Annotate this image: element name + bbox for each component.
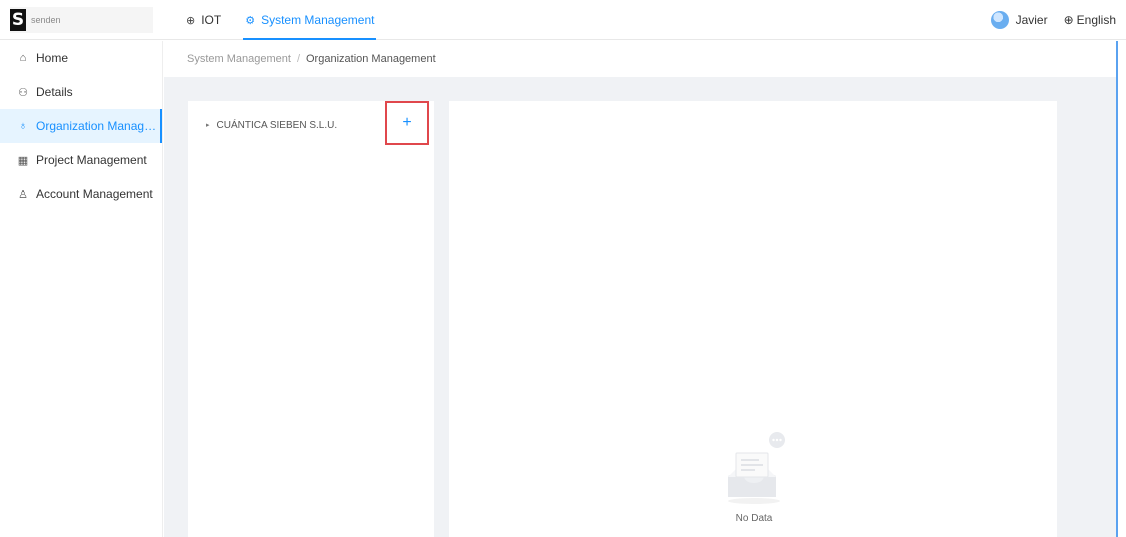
empty-state-text: No Data — [735, 513, 773, 524]
sidebar-item-label: Details — [36, 85, 73, 99]
organization-detail-panel: No Data — [449, 101, 1057, 537]
details-icon: ⚇ — [18, 86, 28, 99]
empty-inbox-icon — [728, 432, 785, 504]
grid-icon: ▦ — [17, 154, 29, 167]
logo-mark: S — [10, 9, 26, 31]
user-area: Javier ⊕ English — [990, 0, 1116, 40]
sidebar-item-project-management[interactable]: ▦ Project Management — [0, 143, 162, 177]
app-logo[interactable]: S senden — [10, 7, 153, 33]
organization-tree-panel: ▸ CUÁNTICA SIEBEN S.L.U. + — [188, 101, 434, 537]
topnav-iot[interactable]: ⊕ IOT — [186, 0, 221, 40]
sidebar-item-label: Home — [36, 51, 69, 65]
language-globe-icon[interactable]: ⊕ — [1064, 13, 1074, 27]
avatar[interactable] — [990, 11, 1009, 29]
sidebar: ⌂ Home ⚇ Details ♁ Organization Manageme… — [0, 41, 163, 537]
plus-icon: + — [402, 114, 412, 131]
language-selector[interactable]: English — [1077, 13, 1116, 27]
breadcrumb-current: Organization Management — [306, 53, 436, 65]
sidebar-item-label: Account Management — [36, 187, 153, 201]
sidebar-item-account-management[interactable]: ♙ Account Management — [0, 177, 162, 211]
home-icon: ⌂ — [19, 52, 27, 64]
top-nav: ⊕ IOT ⚙ System Management — [186, 0, 398, 40]
user-icon: ♙ — [18, 188, 28, 201]
user-name[interactable]: Javier — [1016, 13, 1048, 27]
empty-state: No Data — [704, 431, 804, 524]
tree-node-label[interactable]: CUÁNTICA SIEBEN S.L.U. — [217, 120, 338, 131]
sidebar-item-organization-management[interactable]: ♁ Organization Management — [0, 109, 162, 143]
breadcrumb-parent[interactable]: System Management — [187, 53, 291, 65]
add-organization-button[interactable]: + — [385, 101, 429, 145]
sidebar-item-label: Project Management — [36, 153, 147, 167]
topnav-iot-label: IOT — [201, 13, 222, 27]
globe-icon: ⊕ — [186, 14, 196, 27]
topnav-system-management-label: System Management — [261, 13, 375, 27]
logo-text: senden — [31, 15, 61, 25]
top-header: S senden ⊕ IOT ⚙ System Management Javie… — [0, 0, 1126, 40]
scroll-edge — [1116, 41, 1118, 537]
sidebar-item-label: Organization Management — [36, 119, 161, 133]
org-chart-icon: ♁ — [18, 120, 28, 132]
tree-node[interactable]: ▸ CUÁNTICA SIEBEN S.L.U. — [206, 117, 337, 133]
expand-caret-icon[interactable]: ▸ — [206, 121, 210, 129]
breadcrumb-separator: / — [296, 53, 300, 65]
gear-icon: ⚙ — [245, 14, 256, 27]
breadcrumb: System Management / Organization Managem… — [164, 41, 1116, 77]
topnav-system-management[interactable]: ⚙ System Management — [243, 0, 377, 40]
sidebar-item-details[interactable]: ⚇ Details — [0, 75, 162, 109]
sidebar-item-home[interactable]: ⌂ Home — [0, 41, 162, 75]
